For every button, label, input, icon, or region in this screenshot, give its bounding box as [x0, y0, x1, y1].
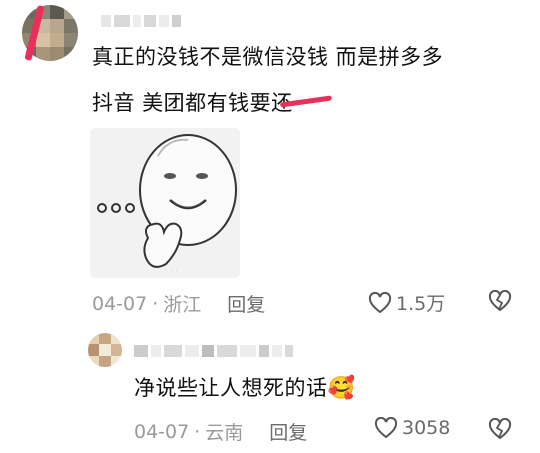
sticker-image[interactable]: · · · — [90, 128, 240, 278]
reply-button[interactable]: 回复 — [227, 290, 265, 317]
reply-avatar[interactable] — [88, 333, 122, 367]
broken-heart-icon — [488, 289, 512, 312]
smiling-face-with-hearts-emoji: 🥰 — [327, 376, 356, 401]
heart-outline-icon — [374, 417, 398, 439]
meta-separator: · — [152, 292, 159, 315]
smiling-face-sticker-icon: · · · — [90, 128, 240, 278]
reply-reply-button[interactable]: 回复 — [269, 418, 307, 445]
heart-outline-icon — [368, 291, 392, 313]
reply-text-content: 净说些让人想死的话 — [134, 376, 328, 400]
reply-dislike-button[interactable] — [487, 417, 513, 444]
comment-text-line1: 真正的没钱不是微信没钱 而是拼多多 — [92, 45, 444, 69]
like-count: 1.5万 — [396, 293, 446, 315]
comment-meta: 04-07 · 浙江 回复 — [92, 290, 265, 317]
reply-like-count: 3058 — [402, 417, 451, 439]
comment-text-line2: 抖音 美团都有钱要还 — [92, 91, 293, 115]
like-button[interactable]: 1.5万 — [368, 289, 445, 316]
reply-meta: 04-07 · 云南 回复 — [134, 418, 307, 445]
reply-like-button[interactable]: 3058 — [374, 417, 450, 439]
username-blurred[interactable] — [101, 14, 181, 28]
reply-location: 云南 — [205, 422, 244, 444]
broken-heart-icon — [488, 417, 512, 440]
dislike-button[interactable] — [487, 289, 513, 316]
reply-date: 04-07 — [134, 420, 190, 443]
comment-date: 04-07 — [92, 292, 148, 315]
svg-text:· · ·: · · · — [165, 266, 178, 275]
reply-username-blurred[interactable] — [134, 344, 293, 358]
meta-separator: · — [194, 420, 201, 443]
reply-text: 净说些让人想死的话🥰 — [134, 368, 355, 409]
comment-location: 浙江 — [163, 294, 202, 316]
